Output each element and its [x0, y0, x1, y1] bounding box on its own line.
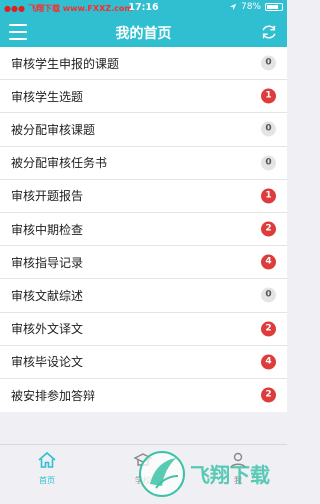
count-badge: 2: [261, 387, 276, 403]
status-right: 78%: [229, 2, 283, 12]
status-bar: ●●● 飞翔下载 www.FXXZ.com 17:16 78%: [0, 0, 287, 17]
list-item[interactable]: 被分配审核任务书 0: [0, 147, 287, 180]
list-item-label: 审核指导记录: [11, 255, 84, 270]
tab-home-label: 首页: [39, 476, 55, 485]
list-item-label: 审核学生申报的课题: [11, 56, 120, 71]
count-badge: 0: [261, 155, 276, 171]
list-item-label: 被分配审核任务书: [11, 156, 108, 171]
task-list: 审核学生申报的课题 0 审核学生选题 1 被分配审核课题 0 被分配审核任务书 …: [0, 47, 287, 413]
count-badge: 1: [261, 188, 276, 204]
nav-bar: 我的首页: [0, 17, 287, 47]
list-item-label: 被分配审核课题: [11, 122, 96, 137]
battery-percent: 78%: [240, 2, 261, 12]
list-item[interactable]: 被分配审核课题 0: [0, 113, 287, 147]
list-item-label: 审核学生选题: [11, 89, 84, 104]
list-item[interactable]: 审核外文译文 2: [0, 313, 287, 346]
home-icon: [38, 451, 56, 468]
count-badge: 4: [261, 254, 276, 270]
list-item[interactable]: 审核中期检查 2: [0, 213, 287, 247]
count-badge: 1: [261, 88, 276, 104]
count-badge: 0: [261, 121, 276, 137]
count-badge: 4: [261, 354, 276, 370]
list-item[interactable]: 审核学生选题 1: [0, 80, 287, 114]
watermark-text: 飞翔下载: [190, 463, 270, 487]
list-item-label: 审核外文译文: [11, 322, 84, 337]
list-item[interactable]: 被安排参加答辩 2: [0, 379, 287, 412]
list-item[interactable]: 审核指导记录 4: [0, 246, 287, 280]
list-item-label: 审核毕设论文: [11, 355, 84, 370]
battery-icon: [265, 3, 283, 11]
list-item[interactable]: 审核学生申报的课题 0: [0, 47, 287, 81]
tab-home[interactable]: 首页: [17, 451, 77, 486]
watermark-logo: 飞翔下载: [139, 451, 270, 497]
list-item-label: 审核开题报告: [11, 189, 84, 204]
list-item[interactable]: 审核毕设论文 4: [0, 346, 287, 379]
count-badge: 2: [261, 221, 276, 237]
refresh-icon[interactable]: [260, 23, 278, 41]
count-badge: 0: [261, 287, 276, 303]
count-badge: 0: [261, 55, 276, 71]
list-item[interactable]: 审核开题报告 1: [0, 180, 287, 213]
location-icon: [229, 3, 237, 11]
list-item-label: 审核文献综述: [11, 288, 84, 303]
list-item[interactable]: 审核文献综述 0: [0, 279, 287, 313]
list-item-label: 审核中期检查: [11, 222, 84, 237]
count-badge: 2: [261, 321, 276, 337]
page-title: 我的首页: [115, 26, 172, 42]
list-item-label: 被安排参加答辩: [11, 388, 96, 403]
